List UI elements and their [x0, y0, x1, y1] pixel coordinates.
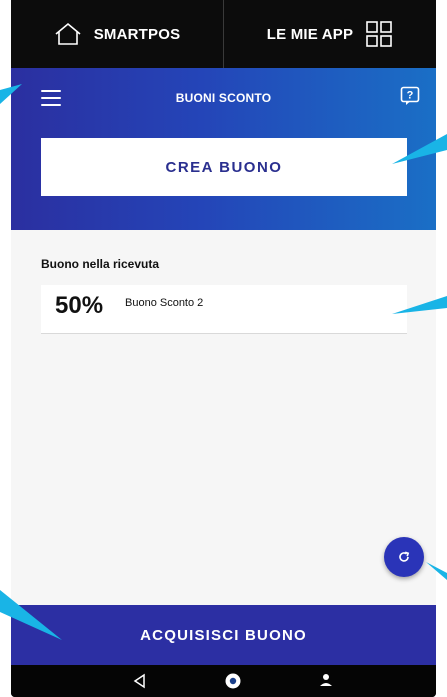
create-voucher-button[interactable]: CREA BUONO [41, 138, 407, 196]
page-header: BUONI SCONTO ? CREA BUONO [11, 68, 436, 230]
voucher-name: Buono Sconto 2 [125, 297, 204, 309]
smartpos-tab[interactable]: SMARTPOS [11, 0, 223, 68]
user-icon[interactable] [318, 672, 334, 688]
voucher-card[interactable]: 50% Buono Sconto 2 [41, 285, 407, 334]
svg-text:?: ? [407, 90, 414, 102]
refresh-icon [399, 551, 410, 562]
my-apps-tab[interactable]: LE MIE APP [224, 0, 436, 68]
refresh-button[interactable] [384, 537, 424, 577]
home-nav-icon[interactable] [224, 672, 242, 690]
system-nav-bar [11, 665, 436, 697]
top-bar: SMARTPOS LE MIE APP [11, 0, 436, 68]
section-label: Buono nella ricevuta [41, 257, 160, 271]
acquire-voucher-button[interactable]: ACQUISISCI BUONO [11, 605, 436, 665]
help-icon[interactable]: ? [400, 86, 420, 106]
back-icon[interactable] [132, 673, 148, 689]
my-apps-label: LE MIE APP [266, 25, 354, 43]
voucher-percent: 50% [55, 292, 104, 319]
smartpos-label: SMARTPOS [93, 25, 181, 43]
voucher-content: Buono nella ricevuta 50% Buono Sconto 2 [11, 230, 436, 605]
page-title: BUONI SCONTO [175, 91, 272, 105]
device-frame: SMARTPOS LE MIE APP BUONI SCONTO ? CREA … [11, 0, 436, 697]
apps-grid-icon [366, 21, 393, 47]
screen: SMARTPOS LE MIE APP BUONI SCONTO ? CREA … [0, 0, 447, 697]
home-icon [55, 22, 81, 45]
